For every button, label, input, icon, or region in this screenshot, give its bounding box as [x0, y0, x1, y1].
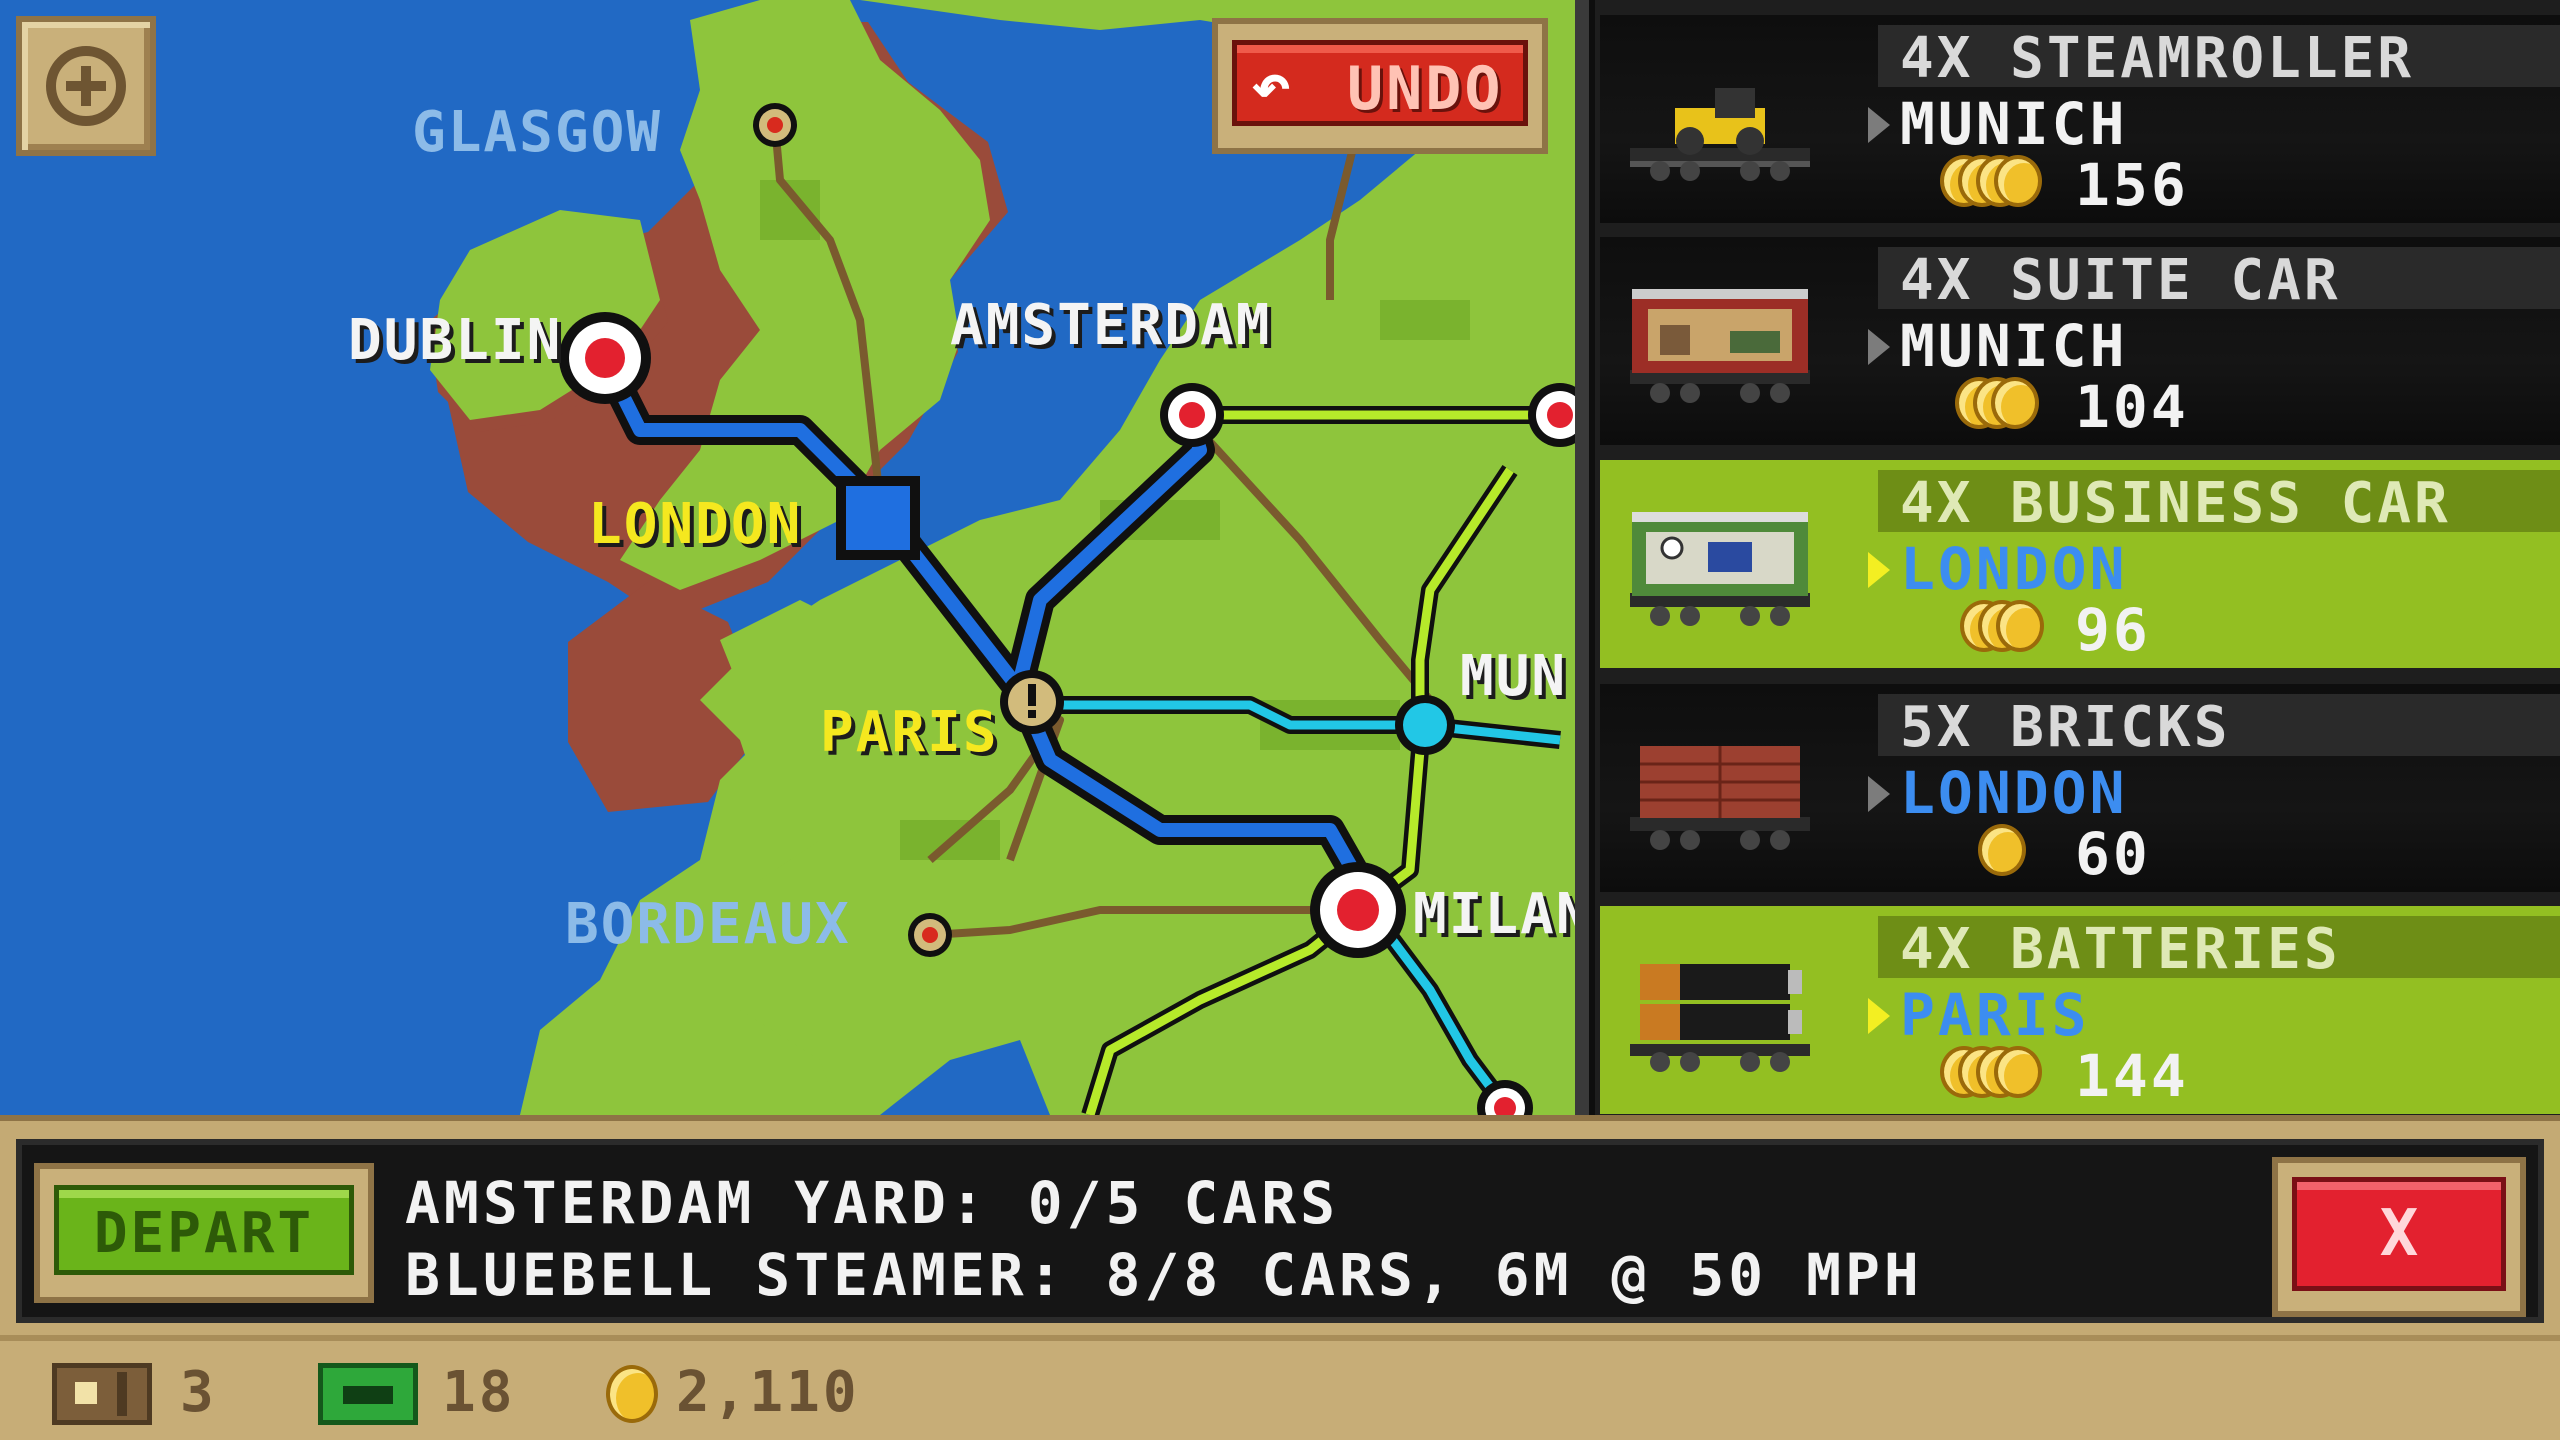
- bricks-car-icon: [1630, 746, 1810, 850]
- close-button[interactable]: X: [2272, 1157, 2526, 1317]
- batteries-car-icon: [1630, 964, 1810, 1072]
- city-label-dublin: DUBLIN: [348, 308, 563, 373]
- city-label-glasgow: GLASGOW: [412, 100, 663, 165]
- cargo-destination: MUNICH: [1900, 90, 2128, 158]
- depart-dialog: DEPART AMSTERDAM YARD: 0/5 CARS BLUEBELL…: [0, 1115, 2560, 1335]
- train-count: 3: [180, 1360, 217, 1425]
- bux-count: 18: [442, 1360, 516, 1425]
- currency-bar: 3 18 2,110: [0, 1335, 2560, 1440]
- cargo-price: 144: [2075, 1042, 2189, 1110]
- city-label-bordeaux: BORDEAUX: [565, 892, 851, 957]
- train-count-icon: [52, 1363, 152, 1425]
- cargo-title: 4X BATTERIES: [1900, 917, 2341, 982]
- city-label-paris: PARIS: [820, 700, 999, 765]
- route-map[interactable]: GLASGOW DUBLIN AMSTERDAM LONDON PARIS MU…: [0, 0, 1580, 1115]
- undo-label: UNDO: [1347, 54, 1504, 124]
- cargo-price: 104: [2075, 373, 2189, 441]
- city-label-amsterdam: AMSTERDAM: [950, 293, 1272, 358]
- game-screen: GLASGOW DUBLIN AMSTERDAM LONDON PARIS MU…: [0, 0, 2560, 1440]
- undo-button[interactable]: ↶ UNDO: [1212, 18, 1548, 154]
- steamroller-car-icon: [1630, 88, 1810, 181]
- cargo-title: 5X BRICKS: [1900, 695, 2231, 760]
- plus-icon: [46, 46, 126, 126]
- cargo-item-bricks[interactable]: 5X BRICKS LONDON 60: [1600, 684, 2560, 892]
- cargo-title: 4X STEAMROLLER: [1900, 26, 2415, 91]
- cargo-destination: LONDON: [1900, 535, 2128, 603]
- cargo-title: 4X BUSINESS CAR: [1900, 471, 2451, 536]
- cargo-item-suite-car[interactable]: 4X SUITE CAR MUNICH 104: [1600, 237, 2560, 445]
- cargo-item-batteries[interactable]: 4X BATTERIES PARIS 144: [1600, 906, 2560, 1114]
- depart-button[interactable]: DEPART: [34, 1163, 374, 1303]
- panel-divider: [1575, 0, 1595, 1115]
- destination-arrow-icon: [1868, 552, 1890, 588]
- cargo-item-steamroller[interactable]: 4X STEAMROLLER MUNICH 156: [1600, 15, 2560, 223]
- cargo-destination: PARIS: [1900, 981, 2090, 1049]
- undo-arrow-icon: ↶: [1251, 47, 1291, 124]
- destination-arrow-icon: [1868, 998, 1890, 1034]
- destination-arrow-icon: [1868, 776, 1890, 812]
- suite-car-icon: [1630, 289, 1810, 403]
- destination-arrow-icon: [1868, 107, 1890, 143]
- cargo-destination: MUNICH: [1900, 312, 2128, 380]
- zoom-in-button[interactable]: [16, 16, 156, 156]
- city-label-milan: MILAN: [1413, 882, 1580, 947]
- train-status: BLUEBELL STEAMER: 8/8 CARS, 6M @ 50 MPH: [405, 1241, 1923, 1309]
- cargo-price: 156: [2075, 151, 2189, 219]
- close-icon: X: [2379, 1197, 2419, 1271]
- destination-arrow-icon: [1868, 329, 1890, 365]
- depart-label: DEPART: [93, 1201, 315, 1266]
- city-label-london: LONDON: [588, 492, 803, 557]
- cargo-destination: LONDON: [1900, 759, 2128, 827]
- cargo-price: 96: [2075, 596, 2151, 664]
- bux-icon: [318, 1363, 418, 1425]
- cargo-title: 4X SUITE CAR: [1900, 248, 2341, 313]
- cargo-list[interactable]: 4X STEAMROLLER MUNICH 156 4X SUITE CAR M…: [1575, 0, 2560, 1115]
- cargo-item-business-car[interactable]: 4X BUSINESS CAR LONDON 96: [1600, 460, 2560, 668]
- business-car-icon: [1630, 512, 1810, 626]
- yard-status: AMSTERDAM YARD: 0/5 CARS: [405, 1169, 1340, 1237]
- city-label-munich: MUN: [1460, 644, 1568, 709]
- coin-count: 2,110: [676, 1360, 860, 1425]
- cargo-price: 60: [2075, 820, 2151, 888]
- coin-icon: [606, 1365, 658, 1423]
